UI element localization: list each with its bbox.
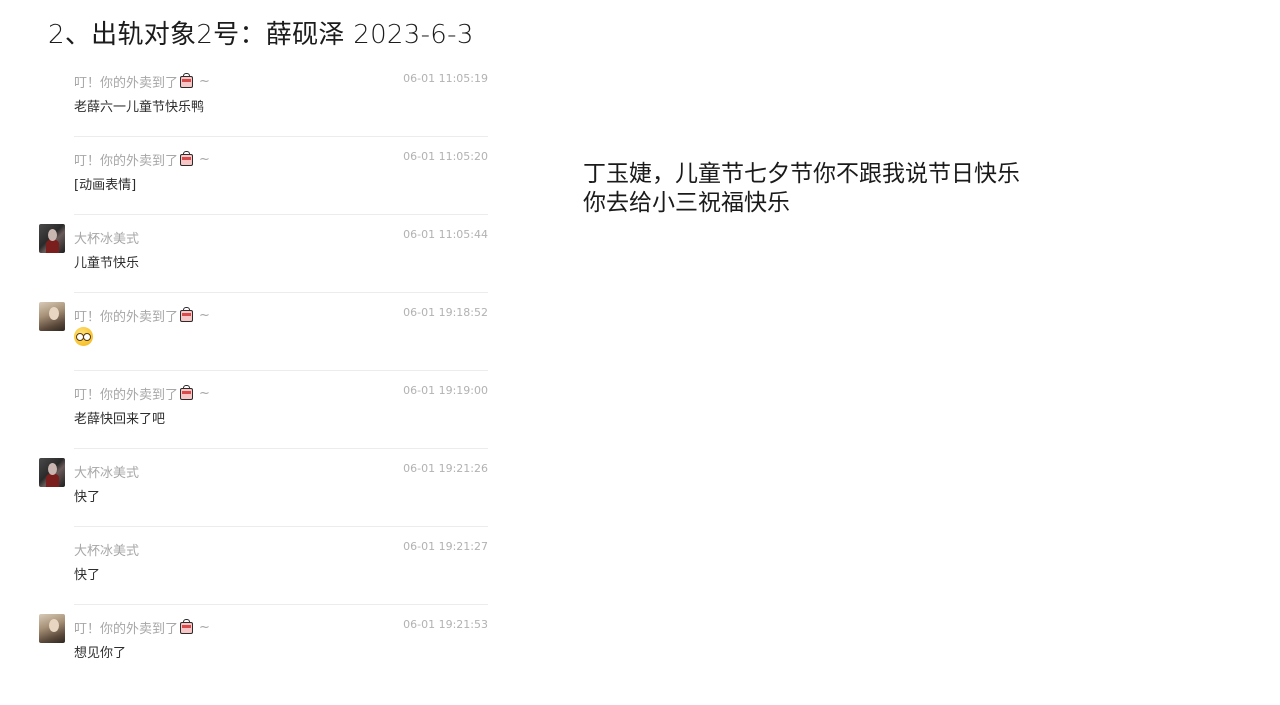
page-title: 2、出轨对象2号：薛砚泽 2023-6-3 — [48, 20, 474, 50]
chat-message: 叮！你的外卖到了 ~ 06-01 19:19:00 老薛快回来了吧 — [30, 380, 490, 458]
message-timestamp: 06-01 19:21:27 — [403, 540, 488, 553]
takeout-bag-icon — [180, 150, 194, 166]
pleading-face-emoji-icon — [74, 327, 93, 346]
annotation-line-2: 你去给小三祝福快乐 — [583, 190, 790, 216]
annotation-note: 丁玉婕，儿童节七夕节你不跟我说节日快乐 你去给小三祝福快乐 — [583, 160, 1020, 218]
avatar[interactable] — [39, 302, 65, 331]
avatar[interactable] — [39, 224, 65, 253]
message-text: 老薛快回来了吧 — [74, 412, 166, 427]
sender-name: 叮！你的外卖到了 ~ — [74, 618, 210, 637]
chat-message: 大杯冰美式 06-01 19:21:26 快了 — [30, 458, 490, 536]
avatar[interactable] — [39, 614, 65, 643]
message-text: 老薛六一儿童节快乐鸭 — [74, 100, 205, 115]
annotation-line-1: 丁玉婕，儿童节七夕节你不跟我说节日快乐 — [583, 161, 1020, 187]
message-timestamp: 06-01 11:05:19 — [403, 72, 488, 85]
message-timestamp: 06-01 11:05:20 — [403, 150, 488, 163]
chat-message: 大杯冰美式 06-01 19:21:27 快了 — [30, 536, 490, 614]
chat-message: 叮！你的外卖到了 ~ 06-01 19:18:52 — [30, 302, 490, 380]
message-emoji — [74, 327, 93, 353]
message-text: 快了 — [74, 490, 101, 505]
message-timestamp: 06-01 19:19:00 — [403, 384, 488, 397]
chat-message: 叮！你的外卖到了 ~ 06-01 11:05:19 老薛六一儿童节快乐鸭 — [30, 68, 490, 146]
takeout-bag-icon — [180, 384, 194, 400]
avatar[interactable] — [39, 458, 65, 487]
message-text: 想见你了 — [74, 646, 127, 661]
message-timestamp: 06-01 19:18:52 — [403, 306, 488, 319]
sender-name: 大杯冰美式 — [74, 544, 140, 559]
sender-name: 叮！你的外卖到了 ~ — [74, 384, 210, 403]
message-text: 快了 — [74, 568, 101, 583]
sender-name: 叮！你的外卖到了 ~ — [74, 306, 210, 325]
takeout-bag-icon — [180, 72, 194, 88]
message-text: 儿童节快乐 — [74, 256, 140, 271]
takeout-bag-icon — [180, 618, 194, 634]
message-text: [动画表情] — [74, 178, 137, 193]
sender-name: 叮！你的外卖到了 ~ — [74, 150, 210, 169]
chat-log: 叮！你的外卖到了 ~ 06-01 11:05:19 老薛六一儿童节快乐鸭 叮！你… — [30, 68, 490, 692]
sender-name: 大杯冰美式 — [74, 232, 140, 247]
message-timestamp: 06-01 19:21:53 — [403, 618, 488, 631]
chat-message: 叮！你的外卖到了 ~ 06-01 19:21:53 想见你了 — [30, 614, 490, 692]
sender-name: 叮！你的外卖到了 ~ — [74, 72, 210, 91]
message-timestamp: 06-01 19:21:26 — [403, 462, 488, 475]
message-timestamp: 06-01 11:05:44 — [403, 228, 488, 241]
takeout-bag-icon — [180, 306, 194, 322]
chat-message: 叮！你的外卖到了 ~ 06-01 11:05:20 [动画表情] — [30, 146, 490, 224]
chat-message: 大杯冰美式 06-01 11:05:44 儿童节快乐 — [30, 224, 490, 302]
sender-name: 大杯冰美式 — [74, 466, 140, 481]
